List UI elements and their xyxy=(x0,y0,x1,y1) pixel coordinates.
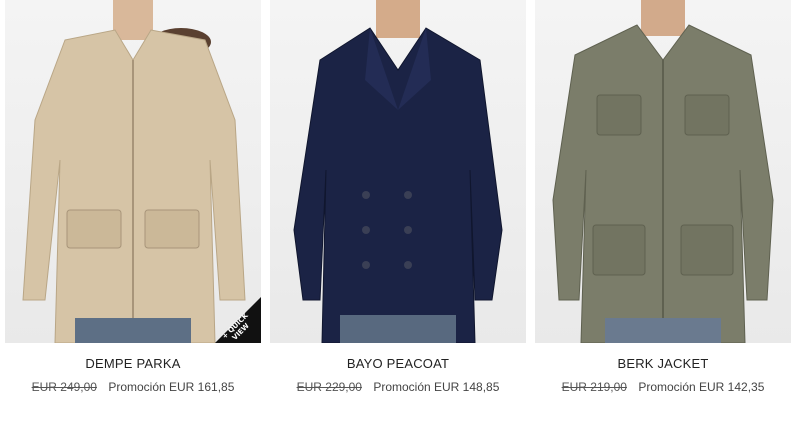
product-image[interactable] xyxy=(535,0,791,343)
promo-price: Promoción EUR 148,85 xyxy=(373,380,500,394)
peacoat-image xyxy=(293,0,503,343)
product-card-berk-jacket[interactable]: BERK JACKET EUR 219,00 Promoción EUR 142… xyxy=(535,0,791,394)
promo-price: Promoción EUR 161,85 xyxy=(108,380,235,394)
product-prices: EUR 249,00 Promoción EUR 161,85 xyxy=(5,380,261,394)
jacket-image xyxy=(552,0,774,343)
original-price: EUR 229,00 xyxy=(296,380,362,394)
original-price: EUR 249,00 xyxy=(31,380,97,394)
product-card-dempe-parka[interactable]: + QUICK VIEW DEMPE PARKA EUR 249,00 Prom… xyxy=(5,0,261,394)
product-card-bayo-peacoat[interactable]: BAYO PEACOAT EUR 229,00 Promoción EUR 14… xyxy=(270,0,526,394)
parka-image xyxy=(22,0,246,343)
product-prices: EUR 229,00 Promoción EUR 148,85 xyxy=(270,380,526,394)
product-name[interactable]: DEMPE PARKA xyxy=(5,356,261,371)
product-image[interactable] xyxy=(270,0,526,343)
product-image[interactable]: + QUICK VIEW xyxy=(5,0,261,343)
product-name[interactable]: BAYO PEACOAT xyxy=(270,356,526,371)
product-name[interactable]: BERK JACKET xyxy=(535,356,791,371)
original-price: EUR 219,00 xyxy=(561,380,627,394)
product-prices: EUR 219,00 Promoción EUR 142,35 xyxy=(535,380,791,394)
promo-price: Promoción EUR 142,35 xyxy=(638,380,765,394)
